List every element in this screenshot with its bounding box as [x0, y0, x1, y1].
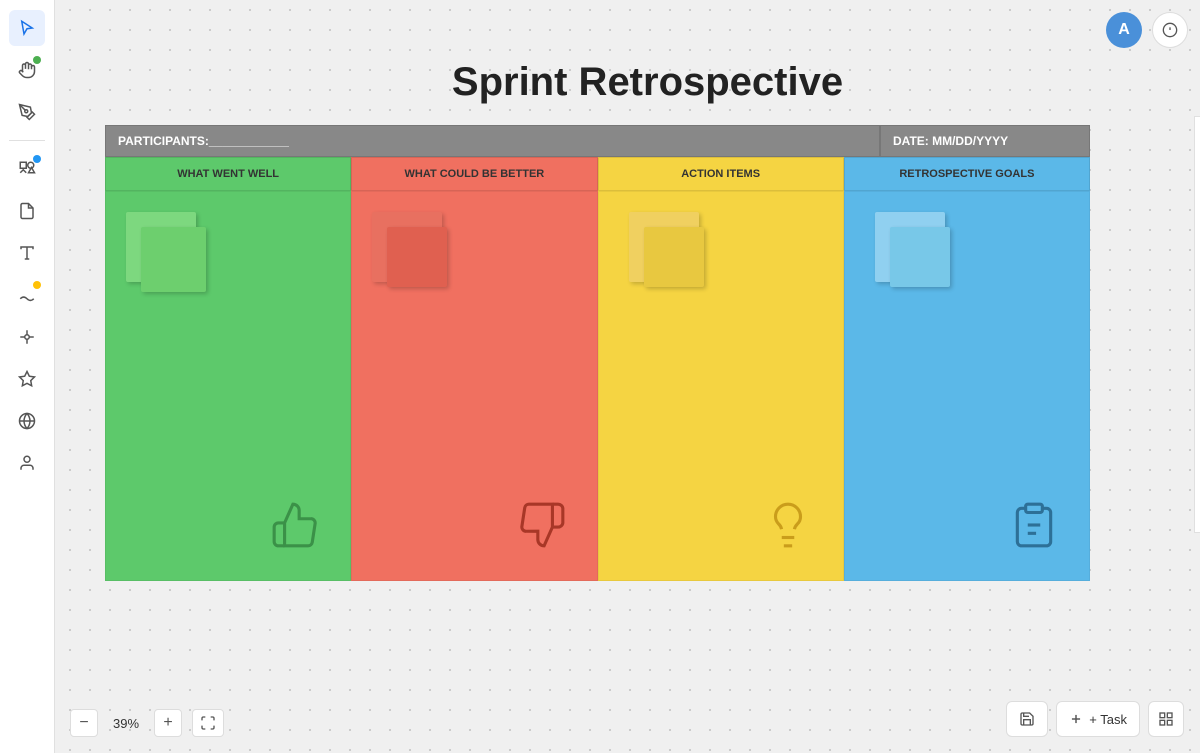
- avatar[interactable]: A: [1106, 12, 1142, 48]
- ai-tool[interactable]: [9, 361, 45, 397]
- add-task-button[interactable]: + Task: [1056, 701, 1140, 737]
- profile-tool[interactable]: [9, 445, 45, 481]
- instructions-panel: INSTRUCTIONS Select an leader to run the…: [1194, 116, 1200, 533]
- top-right-actions: A: [1106, 12, 1188, 48]
- col-header-could-better: WHAT COULD BE BETTER: [351, 157, 597, 191]
- divider-1: [9, 140, 45, 141]
- pen-tool[interactable]: [9, 94, 45, 130]
- sticky-note-blue-2: [890, 227, 950, 287]
- board-title: Sprint Retrospective: [105, 60, 1190, 105]
- board-container: Sprint Retrospective PARTICIPANTS:______…: [105, 60, 1190, 581]
- bottom-toolbar: − 39% +: [70, 709, 224, 737]
- hand-tool[interactable]: [9, 52, 45, 88]
- col-body-went-well[interactable]: [105, 191, 351, 581]
- mindmap-tool[interactable]: [9, 319, 45, 355]
- sticky-note-tool[interactable]: [9, 193, 45, 229]
- info-button[interactable]: [1152, 12, 1188, 48]
- col-header-retro-goals: RETROSPECTIVE GOALS: [844, 157, 1090, 191]
- fit-to-screen-button[interactable]: [192, 709, 224, 737]
- col-body-could-better[interactable]: [351, 191, 597, 581]
- col-header-went-well: WHAT WENT WELL: [105, 157, 351, 191]
- left-toolbar: [0, 0, 55, 753]
- clipboard-icon: [1009, 500, 1059, 560]
- draw-tool[interactable]: [9, 277, 45, 313]
- columns-header: WHAT WENT WELL WHAT COULD BE BETTER ACTI…: [105, 157, 1090, 191]
- col-body-action-items[interactable]: [598, 191, 844, 581]
- text-tool[interactable]: [9, 235, 45, 271]
- date-bar[interactable]: DATE: MM/DD/YYYY: [880, 125, 1090, 157]
- bottom-right-actions: + Task: [1006, 701, 1184, 737]
- header-row: PARTICIPANTS:____________ DATE: MM/DD/YY…: [105, 125, 1090, 157]
- shapes-tool[interactable]: [9, 151, 45, 187]
- cursor-tool[interactable]: [9, 10, 45, 46]
- sticky-note-green-2: [141, 227, 206, 292]
- thumbs-down-icon: [517, 500, 567, 560]
- col-header-action-items: ACTION ITEMS: [598, 157, 844, 191]
- canvas-area: Sprint Retrospective PARTICIPANTS:______…: [55, 0, 1200, 753]
- task-button-label: + Task: [1089, 712, 1127, 727]
- zoom-in-button[interactable]: +: [154, 709, 182, 737]
- sticky-note-red-2: [387, 227, 447, 287]
- columns-body: [105, 191, 1090, 581]
- grid-view-button[interactable]: [1148, 701, 1184, 737]
- main-grid: PARTICIPANTS:____________ DATE: MM/DD/YY…: [105, 125, 1090, 581]
- globe-tool[interactable]: [9, 403, 45, 439]
- zoom-out-button[interactable]: −: [70, 709, 98, 737]
- participants-bar[interactable]: PARTICIPANTS:____________: [105, 125, 880, 157]
- col-body-retro-goals[interactable]: [844, 191, 1090, 581]
- lightbulb-icon: [763, 500, 813, 560]
- sticky-note-yellow-2: [644, 227, 704, 287]
- zoom-level: 39%: [108, 716, 144, 731]
- save-button[interactable]: [1006, 701, 1048, 737]
- thumbs-up-icon: [270, 500, 320, 560]
